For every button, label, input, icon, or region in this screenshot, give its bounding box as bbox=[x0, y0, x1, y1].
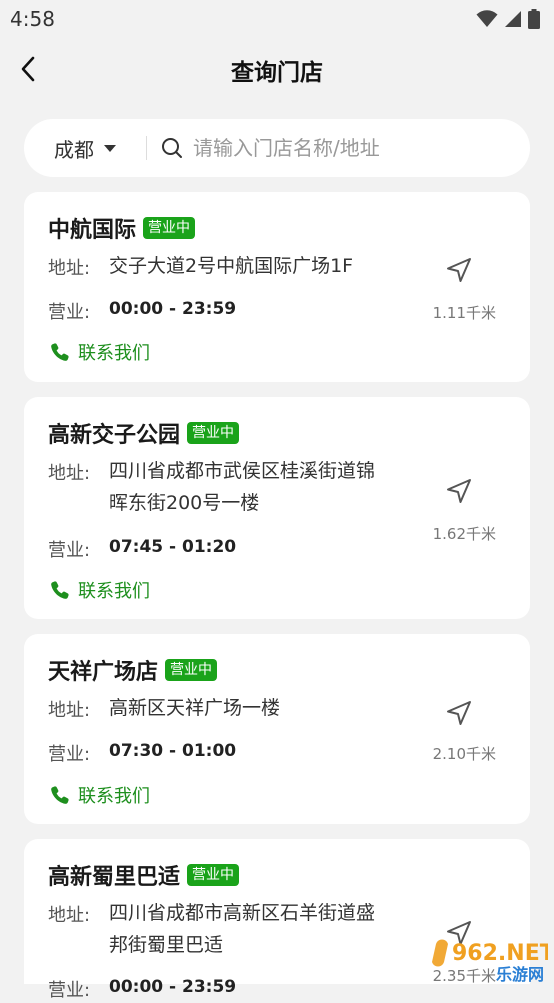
nav-bar: 查询门店 bbox=[0, 38, 554, 102]
status-time: 4:58 bbox=[10, 7, 55, 31]
hours-label: 营业: bbox=[48, 298, 90, 324]
store-address: 交子大道2号中航国际广场1F bbox=[109, 250, 353, 282]
store-name-row: 天祥广场店 营业中 bbox=[48, 654, 217, 686]
navigate-arrow-icon bbox=[445, 477, 473, 505]
back-button[interactable] bbox=[12, 52, 46, 86]
search-bar: 成都 bbox=[24, 119, 530, 177]
city-name: 成都 bbox=[54, 134, 94, 163]
store-distance: 2.10千米 bbox=[433, 743, 496, 764]
store-name-row: 中航国际 营业中 bbox=[48, 212, 195, 244]
hours-label: 营业: bbox=[48, 740, 90, 766]
store-card[interactable]: 天祥广场店 营业中 地址: 高新区天祥广场一楼 营业: 07:30 - 01:0… bbox=[24, 634, 530, 824]
watermark-logo: 962.NET 乐游网 bbox=[418, 934, 548, 984]
address-line: 四川省成都市高新区石羊街道盛 bbox=[109, 897, 375, 929]
address-line: 邦街蜀里巴适 bbox=[109, 929, 375, 961]
store-name-row: 高新交子公园 营业中 bbox=[48, 417, 239, 449]
store-name: 中航国际 bbox=[48, 212, 136, 244]
phone-icon bbox=[50, 580, 70, 600]
navigate-icon-button[interactable] bbox=[442, 474, 476, 508]
navigate-icon-button[interactable] bbox=[442, 253, 476, 287]
site-watermark: 962.NET 乐游网 bbox=[418, 934, 548, 984]
contact-button[interactable]: 联系我们 bbox=[50, 339, 150, 365]
page-title: 查询门店 bbox=[231, 53, 323, 87]
store-distance: 1.11千米 bbox=[433, 302, 496, 323]
status-badge: 营业中 bbox=[165, 659, 217, 681]
address-line: 晖东街200号一楼 bbox=[109, 487, 375, 519]
store-address: 四川省成都市高新区石羊街道盛 邦街蜀里巴适 bbox=[109, 897, 375, 961]
address-label: 地址: bbox=[48, 901, 90, 927]
address-line: 四川省成都市武侯区桂溪街道锦 bbox=[109, 455, 375, 487]
store-address: 四川省成都市武侯区桂溪街道锦 晖东街200号一楼 bbox=[109, 455, 375, 519]
store-hours: 00:00 - 23:59 bbox=[109, 293, 236, 325]
search-input[interactable] bbox=[193, 136, 493, 160]
navigate-arrow-icon bbox=[445, 256, 473, 284]
store-name-row: 高新蜀里巴适 营业中 bbox=[48, 859, 239, 891]
contact-label: 联系我们 bbox=[78, 339, 150, 365]
status-badge: 营业中 bbox=[187, 422, 239, 444]
address-label: 地址: bbox=[48, 254, 90, 280]
signal-icon bbox=[504, 10, 522, 28]
store-name: 天祥广场店 bbox=[48, 654, 158, 686]
chevron-left-icon bbox=[19, 56, 39, 82]
search-icon bbox=[161, 137, 183, 159]
status-bar: 4:58 bbox=[0, 0, 554, 38]
navigate-arrow-icon bbox=[445, 699, 473, 727]
hours-label: 营业: bbox=[48, 536, 90, 562]
store-hours: 07:30 - 01:00 bbox=[109, 735, 236, 767]
hours-label: 营业: bbox=[48, 976, 90, 1002]
phone-icon bbox=[50, 342, 70, 362]
contact-button[interactable]: 联系我们 bbox=[50, 577, 150, 603]
watermark-sub: 乐游网 bbox=[496, 965, 544, 984]
store-hours: 07:45 - 01:20 bbox=[109, 531, 236, 563]
navigate-icon-button[interactable] bbox=[442, 696, 476, 730]
caret-down-icon bbox=[104, 145, 116, 152]
address-label: 地址: bbox=[48, 459, 90, 485]
store-distance: 1.62千米 bbox=[433, 523, 496, 544]
wifi-icon bbox=[476, 10, 498, 28]
store-name: 高新蜀里巴适 bbox=[48, 859, 180, 891]
contact-button[interactable]: 联系我们 bbox=[50, 782, 150, 808]
phone-icon bbox=[50, 785, 70, 805]
address-line: 高新区天祥广场一楼 bbox=[109, 692, 280, 724]
store-card[interactable]: 高新交子公园 营业中 地址: 四川省成都市武侯区桂溪街道锦 晖东街200号一楼 … bbox=[24, 397, 530, 619]
city-select[interactable]: 成都 bbox=[24, 119, 146, 177]
store-hours: 00:00 - 23:59 bbox=[109, 971, 236, 1003]
search-field bbox=[147, 119, 530, 177]
store-name: 高新交子公园 bbox=[48, 417, 180, 449]
contact-label: 联系我们 bbox=[78, 577, 150, 603]
store-address: 高新区天祥广场一楼 bbox=[109, 692, 280, 724]
address-label: 地址: bbox=[48, 696, 90, 722]
store-card[interactable]: 中航国际 营业中 地址: 交子大道2号中航国际广场1F 营业: 00:00 - … bbox=[24, 192, 530, 382]
battery-icon bbox=[528, 9, 540, 29]
contact-label: 联系我们 bbox=[78, 782, 150, 808]
status-badge: 营业中 bbox=[143, 217, 195, 239]
status-icons bbox=[476, 9, 540, 29]
status-badge: 营业中 bbox=[187, 864, 239, 886]
watermark-text: 962.NET bbox=[452, 941, 548, 966]
address-line: 交子大道2号中航国际广场1F bbox=[109, 250, 353, 282]
